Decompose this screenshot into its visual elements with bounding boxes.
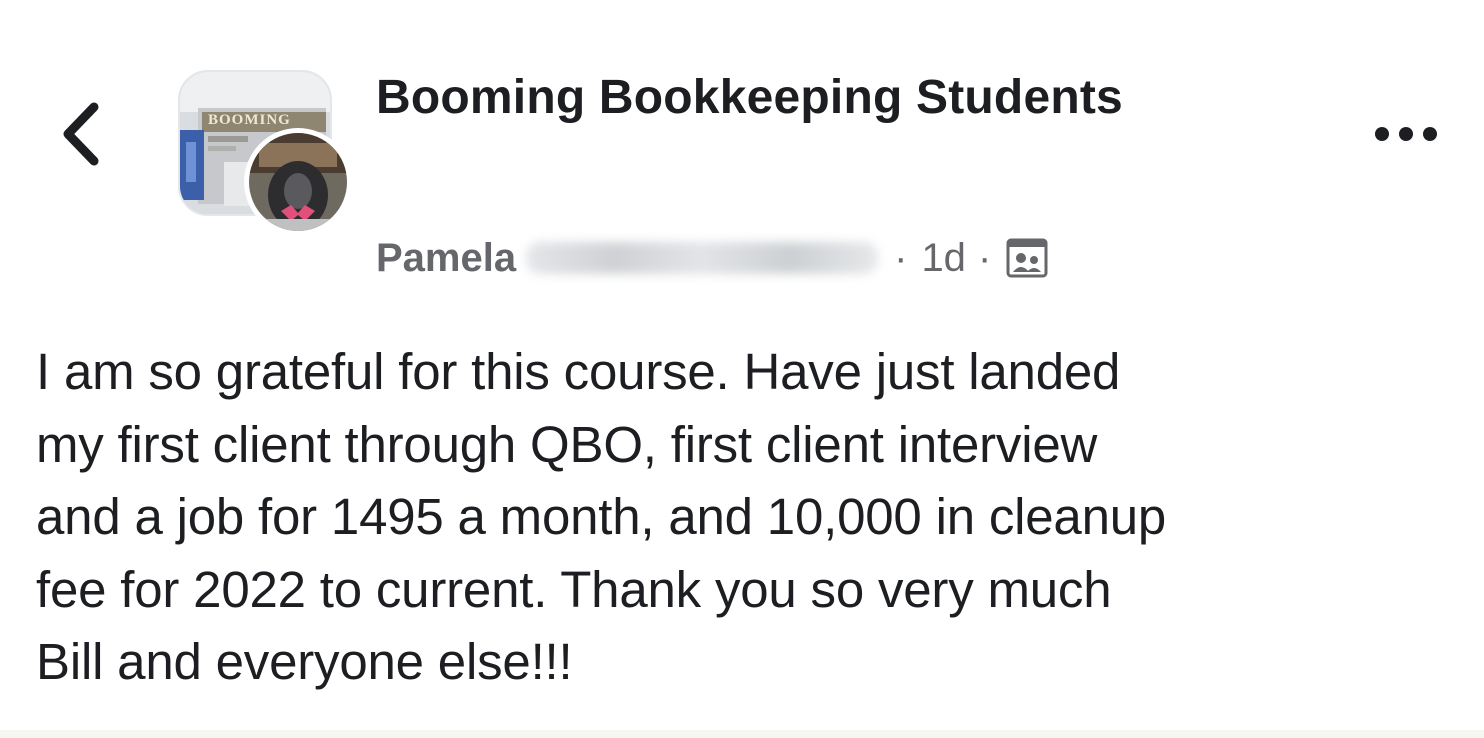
chevron-left-icon [63, 102, 99, 166]
author-avatar[interactable] [244, 128, 352, 236]
post-text: I am so grateful for this course. Have j… [36, 343, 1167, 690]
post-timestamp[interactable]: 1d [921, 236, 966, 281]
post-avatars[interactable]: BOOMING [178, 70, 352, 236]
bottom-divider [0, 730, 1484, 738]
more-options-button[interactable] [1366, 112, 1446, 156]
author-name-redacted [526, 242, 879, 274]
meta-separator: · [894, 235, 908, 280]
post-screen: BOOMING Booming Bookkeeping Students Pam… [0, 0, 1484, 738]
back-button[interactable] [52, 96, 110, 172]
meta-separator: · [977, 235, 992, 280]
post-meta: Pamela · 1d · [376, 230, 1049, 286]
author-name[interactable]: Pamela [376, 236, 516, 281]
author-profile-image [249, 133, 347, 231]
more-options-icon [1375, 127, 1437, 141]
group-members-icon [1005, 236, 1049, 280]
group-avatar-text: BOOMING [208, 112, 291, 128]
group-name[interactable]: Booming Bookkeeping Students [376, 58, 1136, 138]
